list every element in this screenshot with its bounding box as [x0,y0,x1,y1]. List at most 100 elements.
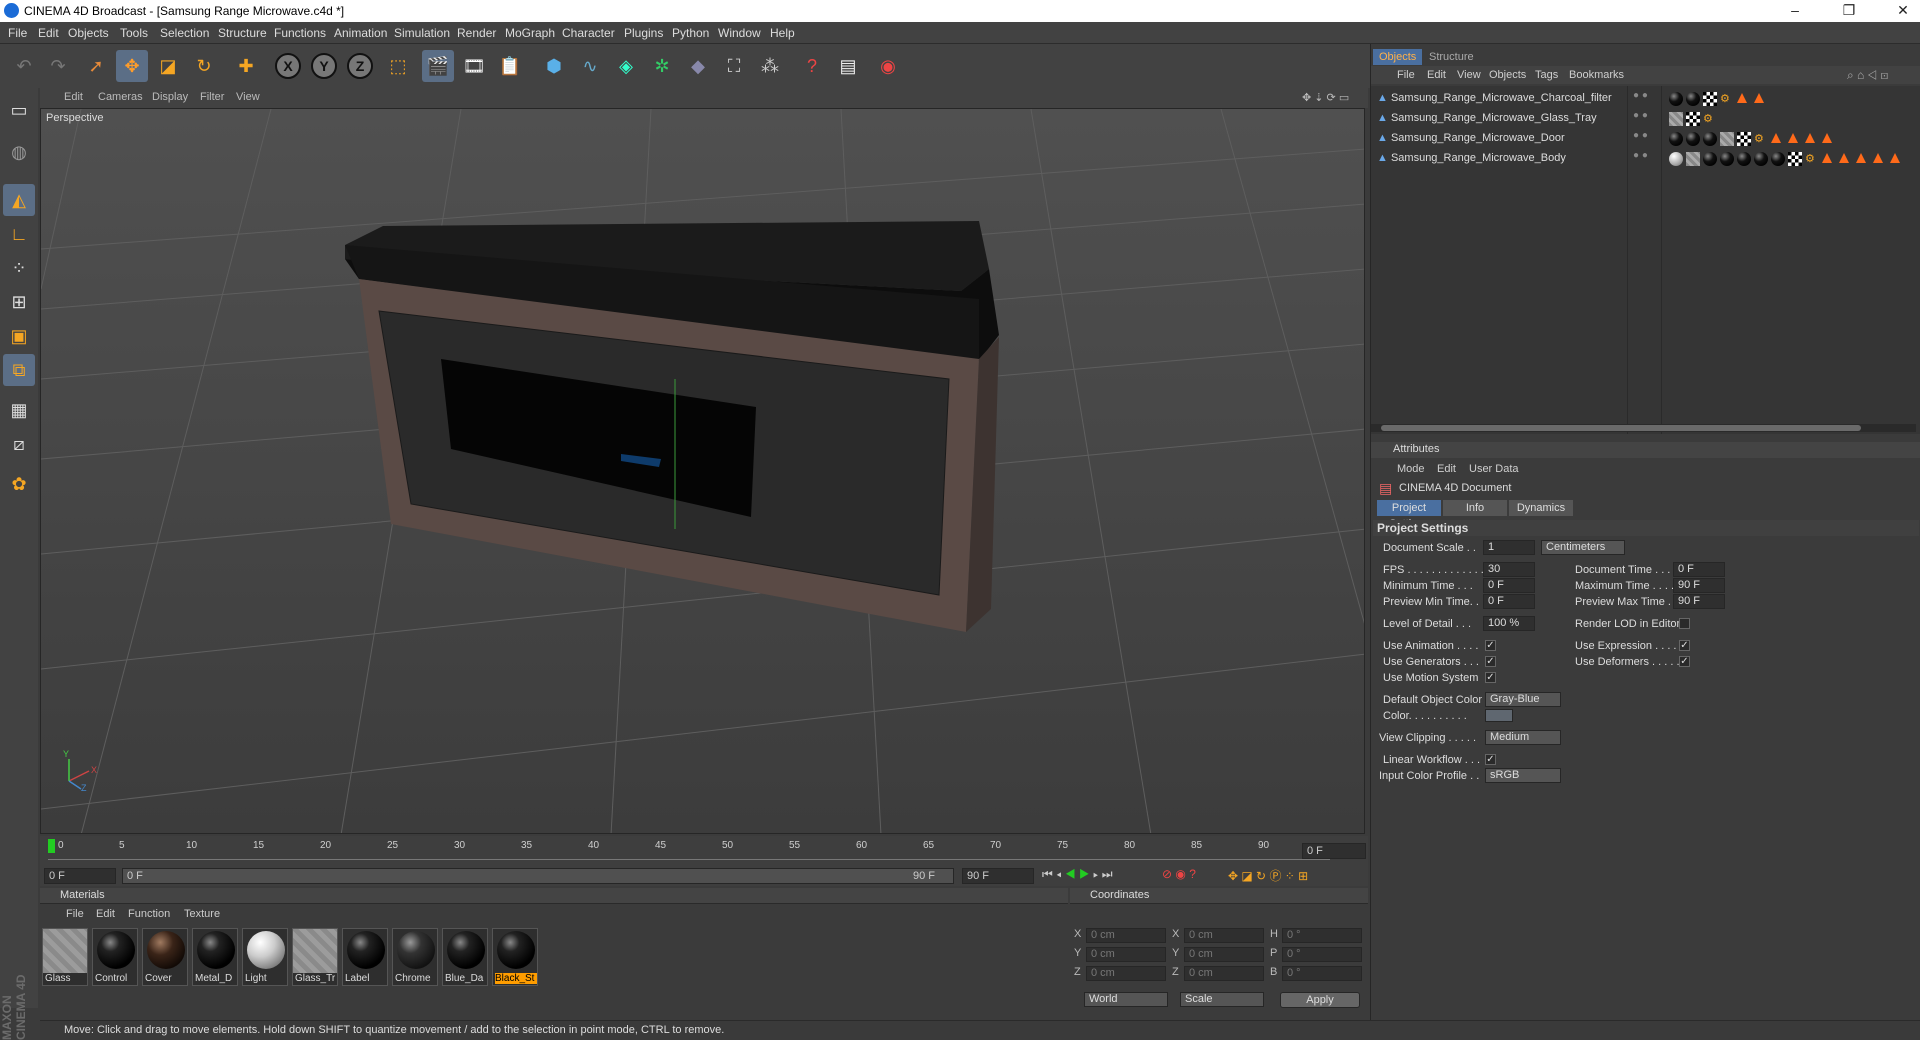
z-axis-lock-icon[interactable]: Z [344,50,376,82]
timeline-track[interactable] [48,840,1330,860]
material-tag-icon[interactable] [1703,152,1717,166]
material-tag-icon[interactable]: ⚙ [1754,132,1768,146]
material-swatch[interactable]: Metal_D [192,928,238,986]
use-motion-checkbox[interactable]: ✓ [1485,672,1496,683]
triangle-tag-icon[interactable] [1805,133,1815,143]
triangle-tag-icon[interactable] [1822,133,1832,143]
triangle-tag-icon[interactable] [1754,93,1764,103]
triangle-tag-icon[interactable] [1771,133,1781,143]
material-swatch[interactable]: Control [92,928,138,986]
vp-menu-filter[interactable]: Filter [200,91,224,103]
menu-tools[interactable]: Tools [120,26,148,40]
menu-plugins[interactable]: Plugins [624,26,663,40]
menu-file[interactable]: File [8,26,27,40]
rotate-tool-icon[interactable]: ↻ [188,50,220,82]
material-tag-icon[interactable] [1669,92,1683,106]
material-tag-icon[interactable] [1686,152,1700,166]
material-tag-icon[interactable] [1686,132,1700,146]
input-profile-dropdown[interactable]: sRGB [1485,768,1561,783]
coord-value-field[interactable]: 0 ° [1282,966,1362,981]
y-axis-lock-icon[interactable]: Y [308,50,340,82]
lod-field[interactable]: 100 % [1483,616,1535,631]
objects-scrollbar[interactable] [1371,424,1916,432]
obj-menu-file[interactable]: File [1397,69,1415,81]
doc-time-field[interactable]: 0 F [1673,562,1725,577]
render-view-icon[interactable]: 🎬 [422,50,454,82]
timeline-playhead[interactable] [48,839,55,853]
linear-workflow-checkbox[interactable]: ✓ [1485,754,1496,765]
array-icon[interactable]: ✲ [646,50,678,82]
vp-menu-display[interactable]: Display [152,91,188,103]
menu-window[interactable]: Window [718,26,761,40]
model-mode-icon[interactable]: ◭ [3,184,35,216]
redo-icon[interactable]: ↷ [42,50,74,82]
transport-icons[interactable]: ⏮ ◂ ◀ ▶ ▸ ⏭ [1042,867,1113,882]
material-tag-icon[interactable] [1703,92,1717,106]
material-tag-icon[interactable] [1686,92,1700,106]
material-tag-icon[interactable] [1686,112,1700,126]
range-slider[interactable]: 0 F 90 F [122,868,954,884]
vp-nav-icon[interactable]: ✥ ⇣ ⟳ ▭ [1302,91,1349,104]
edges-mode-icon[interactable]: ⊞ [3,286,35,318]
texture-mode-icon[interactable]: ◍ [3,136,35,168]
object-row[interactable]: ▲ Samsung_Range_Microwave_Glass_Tray [1377,110,1627,127]
add-object-icon[interactable]: ✚ [230,50,262,82]
menu-functions[interactable]: Functions [274,26,326,40]
material-tag-icon[interactable] [1771,152,1785,166]
triangle-tag-icon[interactable] [1822,153,1832,163]
menu-simulation[interactable]: Simulation [394,26,450,40]
mat-menu-texture[interactable]: Texture [184,908,220,920]
use-animation-checkbox[interactable]: ✓ [1485,640,1496,651]
menu-python[interactable]: Python [672,26,709,40]
spline-pen-icon[interactable]: ∿ [574,50,606,82]
obj-menu-tags[interactable]: Tags [1535,69,1558,81]
cube-primitive-icon[interactable]: ⬢ [538,50,570,82]
obj-menu-bookmarks[interactable]: Bookmarks [1569,69,1624,81]
mat-menu-edit[interactable]: Edit [96,908,115,920]
attr-menu-userdata[interactable]: User Data [1469,463,1519,475]
material-swatch[interactable]: Glass_Tr [292,928,338,986]
coord-value-field[interactable]: 0 cm [1086,928,1166,943]
color-swatch[interactable] [1485,709,1513,722]
menu-render[interactable]: Render [457,26,496,40]
vp-menu-edit[interactable]: Edit [64,91,83,103]
attr-menu-edit[interactable]: Edit [1437,463,1456,475]
menu-structure[interactable]: Structure [218,26,267,40]
sculpt-icon[interactable]: ✿ [3,468,35,500]
material-swatch[interactable]: Black_St [492,928,538,986]
coord-value-field[interactable]: 0 ° [1282,947,1362,962]
tab-objects[interactable]: Objects [1373,49,1423,65]
render-settings-icon[interactable]: 📋 [494,50,526,82]
nurbs-icon[interactable]: ◈ [610,50,642,82]
material-tag-icon[interactable] [1669,152,1683,166]
scene-icon[interactable]: ⛶ [718,50,750,82]
material-tag-icon[interactable] [1703,132,1717,146]
visibility-dots-icon[interactable]: ● ● [1633,90,1648,101]
mat-menu-file[interactable]: File [66,908,84,920]
min-time-field[interactable]: 0 F [1483,578,1535,593]
material-tag-icon[interactable] [1720,152,1734,166]
end-frame-field[interactable]: 90 F [962,868,1034,884]
menu-help[interactable]: Help [770,26,795,40]
polygons-mode-icon[interactable]: ▣ [3,320,35,352]
material-tag-icon[interactable] [1788,152,1802,166]
axis-mode-icon[interactable]: ∟ [3,218,35,250]
coordinate-system-icon[interactable]: ⬚ [382,50,414,82]
checker-icon[interactable]: ▦ [3,394,35,426]
triangle-tag-icon[interactable] [1788,133,1798,143]
tab-project-settings[interactable]: Project Settings [1377,500,1441,530]
triangle-tag-icon[interactable] [1890,153,1900,163]
material-swatch[interactable]: Chrome [392,928,438,986]
view-clipping-dropdown[interactable]: Medium [1485,730,1561,745]
tab-structure[interactable]: Structure [1423,49,1480,65]
minimize-icon[interactable]: – [1780,2,1810,18]
use-deformers-checkbox[interactable]: ✓ [1679,656,1690,667]
object-row[interactable]: ▲ Samsung_Range_Microwave_Body [1377,150,1627,167]
menu-mograph[interactable]: MoGraph [505,26,555,40]
uv-mode-icon[interactable]: ⧉ [3,354,35,386]
object-row[interactable]: ▲ Samsung_Range_Microwave_Charcoal_filte… [1377,90,1627,107]
light-icon[interactable]: ▤ [832,50,864,82]
material-swatch[interactable]: Glass [42,928,88,986]
material-tag-icon[interactable] [1754,152,1768,166]
search-icon[interactable]: ⌕ ⌂ ◁ ⊡ [1847,68,1888,83]
